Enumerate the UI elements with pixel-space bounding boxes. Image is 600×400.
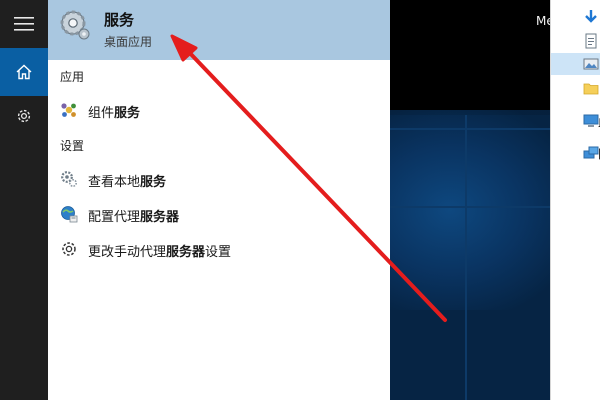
window-pane-line (390, 128, 550, 130)
network-icon (583, 146, 599, 159)
result-change-manual-proxy-settings[interactable]: 更改手动代理服务器设置 (48, 234, 390, 264)
settings-gear-icon (17, 109, 31, 123)
result-label: 查看本地服务 (88, 175, 167, 190)
result-view-local-services[interactable]: 查看本地服务 (48, 164, 390, 194)
explorer-item-downloads[interactable] (551, 6, 600, 28)
window-pane-line (465, 115, 467, 400)
section-heading-apps: 应用 (60, 70, 85, 84)
hamburger-menu-button[interactable] (0, 0, 48, 48)
explorer-item-network[interactable]: 网 (551, 142, 600, 164)
hamburger-menu-icon (14, 17, 34, 31)
result-configure-proxy-server[interactable]: 配置代理服务器 (48, 199, 390, 229)
desktop-dark-area (390, 0, 550, 115)
best-match-subtitle: 桌面应用 (104, 35, 153, 49)
result-component-services[interactable]: 组件服务 (48, 95, 390, 125)
home-icon (16, 64, 32, 80)
folder-icon (583, 83, 599, 95)
best-match-result[interactable]: 服务 桌面应用 (48, 0, 390, 60)
settings-button[interactable] (0, 92, 48, 140)
proxy-settings-icon (61, 206, 78, 223)
local-services-icon (61, 171, 78, 188)
section-heading-settings: 设置 (60, 139, 85, 153)
explorer-item-folder[interactable] (551, 77, 600, 99)
desktop-background: Me (390, 0, 550, 400)
desktop-glow (390, 110, 550, 310)
start-left-rail (0, 0, 48, 400)
search-results-panel: 服务 桌面应用 应用 组件服务 设置 查看本地服务 配置代理服务器 更改手动代理… (48, 0, 390, 400)
desktop-window-text: Me (536, 14, 550, 28)
result-label: 配置代理服务器 (88, 210, 180, 225)
computer-icon (583, 114, 599, 127)
component-services-icon (61, 103, 76, 117)
explorer-item-documents[interactable] (551, 30, 600, 52)
result-label: 组件服务 (88, 106, 141, 121)
download-arrow-icon (585, 10, 597, 23)
file-explorer-strip: 此 网 (550, 0, 600, 400)
picture-icon (583, 58, 599, 70)
result-label: 更改手动代理服务器设置 (88, 245, 232, 260)
explorer-item-this-pc[interactable]: 此 (551, 110, 600, 132)
gear-icon (62, 242, 76, 256)
best-match-title: 服务 (104, 11, 135, 29)
home-button[interactable] (0, 48, 48, 96)
gear-services-icon (60, 10, 90, 40)
explorer-item-pictures[interactable] (551, 53, 600, 75)
document-icon (585, 33, 597, 49)
window-pane-line (390, 206, 550, 208)
